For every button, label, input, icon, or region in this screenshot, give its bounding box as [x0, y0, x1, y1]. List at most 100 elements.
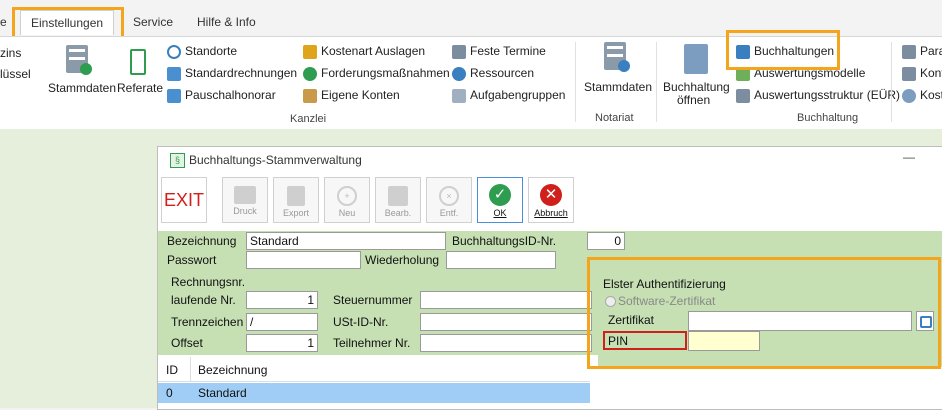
export-label: Export	[282, 208, 309, 218]
ustid-label: USt-ID-Nr.	[333, 315, 389, 329]
resources-icon	[452, 67, 466, 81]
evaluation-structure-icon	[736, 89, 750, 103]
steuernummer-input[interactable]	[420, 291, 592, 309]
group-label-notariat: Notariat	[595, 112, 634, 124]
feste-termine-button[interactable]: Feste Termine	[470, 44, 546, 58]
column-header-id[interactable]: ID	[166, 363, 178, 377]
wiederholung-label: Wiederholung	[365, 253, 440, 267]
pauschalhonorar-button[interactable]: Pauschalhonorar	[185, 88, 276, 102]
table-cell-bezeichnung: Standard	[198, 386, 247, 400]
entfernen-button[interactable]: × Entf.	[426, 177, 472, 223]
tab-hilfe-info[interactable]: Hilfe & Info	[197, 10, 256, 34]
bearb-label: Bearb.	[384, 208, 412, 218]
offset-input[interactable]: 1	[246, 334, 318, 352]
dialog-app-icon: §	[170, 153, 185, 168]
ribbon-separator	[575, 42, 576, 122]
laufende-nr-input[interactable]: 1	[246, 291, 318, 309]
konten-icon	[902, 67, 916, 81]
ok-label: OK	[493, 208, 507, 218]
teilnehmer-nr-label: Teilnehmer Nr.	[333, 336, 411, 350]
offset-label: Offset	[171, 336, 203, 350]
trennzeichen-label: Trennzeichen	[171, 315, 244, 329]
standardrechnungen-button[interactable]: Standardrechnungen	[185, 66, 297, 80]
check-icon: ✓	[489, 184, 511, 206]
table-header: ID Bezeichnung	[158, 357, 590, 382]
table-row[interactable]: 0 Standard	[158, 383, 590, 403]
cabinet-icon	[66, 45, 92, 75]
pencil-icon	[388, 186, 408, 206]
cabinet-gear-icon	[604, 42, 630, 72]
buchhaltungsid-label: BuchhaltungsID-Nr.	[452, 234, 557, 248]
location-icon	[167, 45, 181, 59]
tab-service[interactable]: Service	[133, 10, 173, 34]
steuernummer-label: Steuernummer	[333, 293, 413, 307]
bearbeiten-button[interactable]: Bearb.	[375, 177, 421, 223]
ressourcen-button[interactable]: Ressourcen	[470, 66, 534, 80]
claims-icon	[303, 67, 317, 81]
excel-icon	[287, 186, 305, 206]
kosten-icon	[902, 89, 916, 103]
neu-label: Neu	[338, 208, 356, 218]
task-groups-icon	[452, 89, 466, 103]
abbruch-label: Abbruch	[534, 208, 568, 218]
exit-button[interactable]: EXIT	[161, 177, 207, 223]
referate-label: Referate	[117, 81, 164, 95]
stammdaten-button[interactable]	[60, 43, 100, 77]
notariat-stammdaten-label: Stammdaten	[584, 80, 653, 94]
forderungsmassnahmen-button[interactable]: Forderungsmaßnahmen	[321, 66, 450, 80]
stammdaten-label: Stammdaten	[48, 81, 117, 95]
parameter-button[interactable]: Para	[920, 44, 942, 58]
add-icon: +	[337, 186, 357, 206]
group-label-buchhaltung: Buchhaltung	[797, 112, 859, 124]
export-button[interactable]: Export	[273, 177, 319, 223]
ledger-icon	[684, 44, 708, 74]
table-cell-id: 0	[166, 386, 173, 400]
passwort-label: Passwort	[167, 253, 217, 267]
entf-label: Entf.	[439, 208, 459, 218]
kostenart-auslagen-button[interactable]: Kostenart Auslagen	[321, 44, 425, 58]
buchhaltung-table: ID Bezeichnung 0 Standard	[158, 357, 590, 409]
buchhaltung-oeffnen-button[interactable]	[680, 44, 712, 78]
neu-button[interactable]: + Neu	[324, 177, 370, 223]
expense-icon	[303, 45, 317, 59]
highlight-buchhaltungen	[726, 30, 840, 70]
ribbon-partial-zins[interactable]: zins	[0, 46, 21, 60]
rechnungsnr-label: Rechnungsnr.	[171, 275, 246, 289]
bezeichnung-input[interactable]: Standard	[246, 232, 446, 250]
ok-button[interactable]: ✓ OK	[477, 177, 523, 223]
ustid-input[interactable]	[420, 313, 592, 331]
dialog-title: Buchhaltungs-Stammverwaltung	[189, 153, 362, 167]
column-header-bezeichnung[interactable]: Bezeichnung	[198, 363, 267, 377]
trennzeichen-input[interactable]: /	[246, 313, 318, 331]
laufende-nr-label: laufende Nr.	[171, 293, 236, 307]
calendar-icon	[452, 45, 466, 59]
passwort-input[interactable]	[246, 251, 361, 269]
ribbon-partial-schluessel[interactable]: lüssel	[0, 67, 31, 81]
bookmark-icon	[130, 49, 146, 75]
buchhaltungsid-input[interactable]: 0	[587, 232, 625, 250]
druck-button[interactable]: Druck	[222, 177, 268, 223]
minimize-button[interactable]: —	[903, 150, 915, 164]
parameter-icon	[902, 45, 916, 59]
druck-label: Druck	[233, 206, 257, 216]
flat-fee-icon	[167, 89, 181, 103]
referate-button[interactable]	[126, 47, 152, 77]
abbruch-button[interactable]: ✕ Abbruch	[528, 177, 574, 223]
eigene-konten-button[interactable]: Eigene Konten	[321, 88, 400, 102]
kosten-button[interactable]: Kost	[920, 88, 942, 102]
ribbon-separator	[656, 42, 657, 122]
aufgabengruppen-button[interactable]: Aufgabengruppen	[470, 88, 565, 102]
konten-button[interactable]: Kont	[920, 66, 942, 80]
accounts-icon	[303, 89, 317, 103]
notariat-stammdaten-button[interactable]	[600, 42, 640, 76]
tab-partial[interactable]: e	[0, 10, 7, 34]
standorte-button[interactable]: Standorte	[185, 44, 237, 58]
bezeichnung-label: Bezeichnung	[167, 234, 237, 248]
auswertungsstruktur-button[interactable]: Auswertungsstruktur (EÜR)	[754, 88, 900, 102]
printer-icon	[234, 186, 256, 204]
teilnehmer-nr-input[interactable]	[420, 334, 592, 352]
ribbon-separator	[891, 42, 892, 122]
cancel-icon: ✕	[540, 184, 562, 206]
wiederholung-input[interactable]	[446, 251, 556, 269]
buchhaltung-oeffnen-label-1: Buchhaltung	[663, 80, 730, 94]
